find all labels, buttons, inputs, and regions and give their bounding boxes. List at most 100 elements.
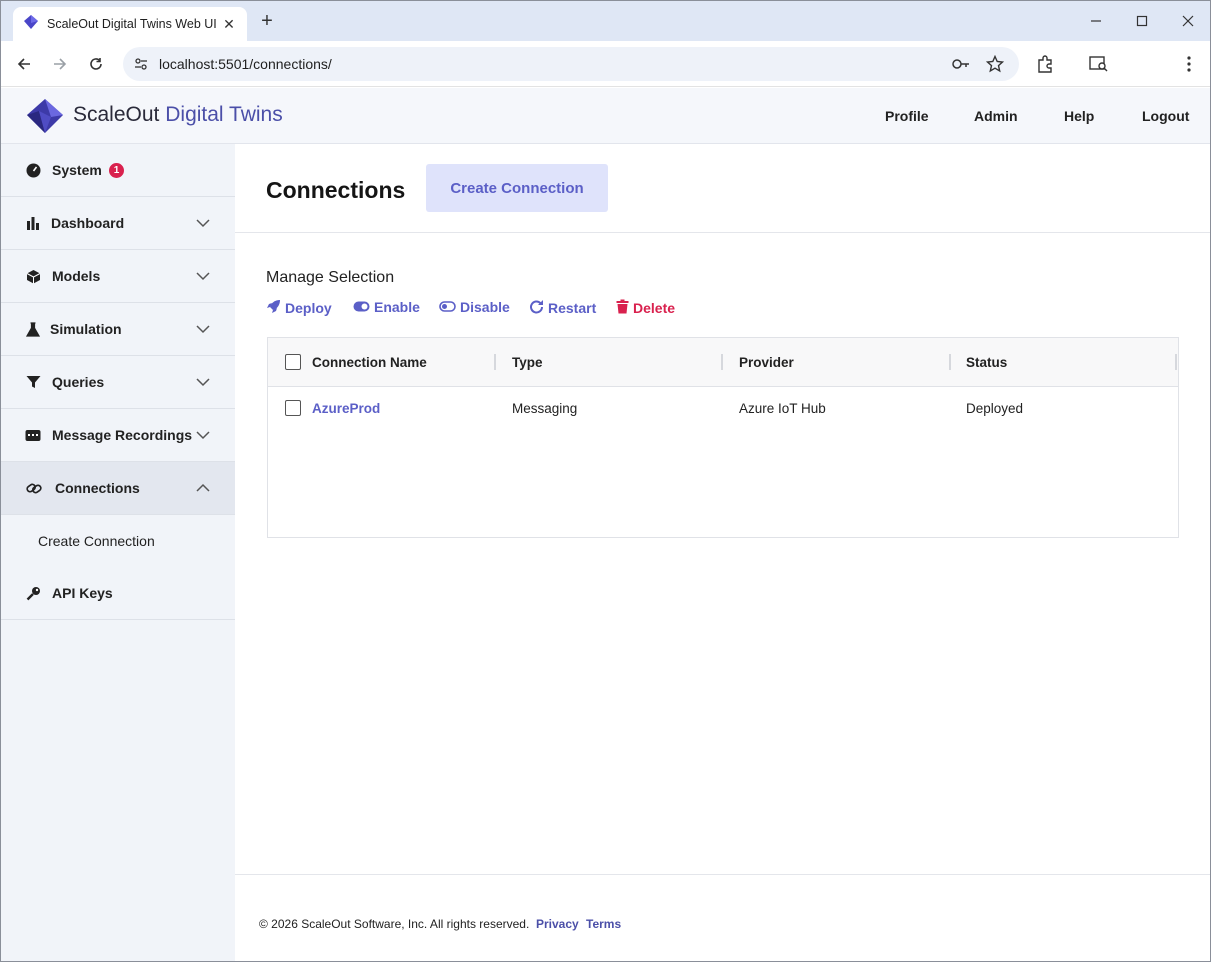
password-key-icon[interactable] [951, 54, 971, 74]
main-content: Connections Create Connection Manage Sel… [235, 144, 1210, 961]
nav-profile[interactable]: Profile [885, 108, 929, 124]
sidebar-item-simulation[interactable]: Simulation [1, 303, 235, 356]
sidebar: System 1 Dashboard Models Simulation Que… [1, 144, 235, 961]
terms-link[interactable]: Terms [586, 917, 621, 931]
trash-icon [616, 299, 629, 317]
reload-icon[interactable] [84, 52, 108, 76]
disable-button[interactable]: Disable [439, 299, 510, 315]
manage-selection-label: Manage Selection [266, 269, 395, 286]
filter-icon [25, 374, 41, 390]
sidebar-item-queries[interactable]: Queries [1, 356, 235, 409]
connection-type: Messaging [512, 401, 578, 416]
brand-part1: ScaleOut [73, 103, 160, 126]
notification-badge: 1 [109, 162, 124, 178]
rocket-icon [266, 299, 281, 317]
site-info-icon[interactable] [131, 54, 151, 74]
bar-chart-icon [25, 215, 41, 231]
maximize-icon[interactable] [1130, 9, 1154, 33]
chevron-down-icon[interactable] [196, 322, 210, 336]
gauge-icon [25, 162, 41, 178]
new-tab-icon[interactable]: + [257, 9, 277, 33]
header-divider [235, 232, 1210, 233]
chevron-down-icon[interactable] [196, 269, 210, 283]
enable-label: Enable [374, 299, 420, 315]
address-bar[interactable]: localhost:5501/connections/ [123, 47, 1019, 81]
chevron-down-icon[interactable] [196, 375, 210, 389]
sidebar-item-label: Connections [55, 480, 140, 496]
app-header: ScaleOut Digital Twins Profile Admin Hel… [1, 88, 1210, 144]
tab-strip: ScaleOut Digital Twins Web UI ✕ + [1, 1, 1210, 41]
browser-window: ScaleOut Digital Twins Web UI ✕ + localh… [0, 0, 1211, 962]
select-all-checkbox[interactable] [285, 354, 301, 370]
message-icon [25, 427, 41, 443]
flask-icon [25, 321, 41, 337]
browser-menu-icon[interactable] [1177, 52, 1201, 76]
extensions-icon[interactable] [1033, 52, 1057, 76]
tab-close-icon[interactable]: ✕ [221, 16, 237, 33]
tab-favicon-icon [23, 14, 39, 35]
page-title: Connections [266, 177, 406, 203]
sidebar-item-models[interactable]: Models [1, 250, 235, 303]
scaleout-logo-icon[interactable] [25, 97, 65, 140]
sidebar-item-connections[interactable]: Connections [1, 462, 235, 515]
restart-icon [529, 299, 544, 317]
sidebar-item-label: System [52, 162, 102, 178]
copyright-text: © 2026 ScaleOut Software, Inc. All right… [259, 917, 530, 931]
column-resize-handle[interactable] [1175, 354, 1177, 370]
toggle-off-icon [439, 299, 456, 315]
lens-search-icon[interactable] [1087, 52, 1111, 76]
chevron-down-icon[interactable] [196, 428, 210, 442]
sidebar-item-label: Dashboard [51, 215, 125, 231]
connection-status: Deployed [966, 401, 1024, 416]
browser-tab[interactable]: ScaleOut Digital Twins Web UI ✕ [13, 7, 247, 41]
sidebar-item-label: Queries [52, 374, 105, 390]
connections-table: Connection Name Type Provider Status Azu… [267, 337, 1179, 538]
sidebar-item-api-keys[interactable]: API Keys [1, 567, 235, 620]
sidebar-item-label: Simulation [50, 321, 122, 337]
delete-button[interactable]: Delete [616, 299, 675, 317]
url-text: localhost:5501/connections/ [159, 56, 332, 72]
sidebar-item-label: Models [52, 268, 101, 284]
forward-icon[interactable] [48, 52, 72, 76]
restart-button[interactable]: Restart [529, 299, 596, 317]
chevron-up-icon[interactable] [196, 481, 210, 495]
connection-name-link[interactable]: AzureProd [312, 401, 380, 416]
privacy-link[interactable]: Privacy [536, 917, 579, 931]
nav-admin[interactable]: Admin [974, 108, 1018, 124]
cube-icon [25, 268, 41, 284]
sidebar-subitem-create-connection[interactable]: Create Connection [38, 533, 155, 549]
sidebar-item-dashboard[interactable]: Dashboard [1, 197, 235, 250]
brand-name[interactable]: ScaleOut Digital Twins [73, 103, 283, 127]
column-header-provider[interactable]: Provider [739, 355, 794, 370]
deploy-label: Deploy [285, 300, 332, 316]
column-header-type[interactable]: Type [512, 355, 543, 370]
bookmark-star-icon[interactable] [985, 54, 1005, 74]
table-header: Connection Name Type Provider Status [268, 338, 1178, 387]
nav-help[interactable]: Help [1064, 108, 1094, 124]
sidebar-item-label: API Keys [52, 585, 113, 601]
column-resize-handle[interactable] [494, 354, 496, 370]
sidebar-item-label: Message Recordings [52, 427, 193, 443]
column-header-status[interactable]: Status [966, 355, 1007, 370]
back-icon[interactable] [12, 52, 36, 76]
link-icon [26, 480, 42, 496]
brand-part2: Digital Twins [165, 103, 283, 126]
column-header-connection-name[interactable]: Connection Name [312, 355, 427, 370]
browser-toolbar: localhost:5501/connections/ [1, 41, 1210, 87]
create-connection-button[interactable]: Create Connection [426, 164, 608, 212]
sidebar-item-message-recordings[interactable]: Message Recordings [1, 409, 235, 462]
footer: © 2026 ScaleOut Software, Inc. All right… [235, 874, 1210, 961]
chevron-down-icon[interactable] [196, 216, 210, 230]
nav-logout[interactable]: Logout [1142, 108, 1189, 124]
enable-button[interactable]: Enable [353, 299, 420, 315]
column-resize-handle[interactable] [721, 354, 723, 370]
column-resize-handle[interactable] [949, 354, 951, 370]
restart-label: Restart [548, 300, 597, 316]
close-window-icon[interactable] [1176, 9, 1200, 33]
minimize-icon[interactable] [1084, 9, 1108, 33]
toggle-on-icon [353, 299, 370, 315]
deploy-button[interactable]: Deploy [266, 299, 332, 317]
sidebar-item-system[interactable]: System 1 [1, 144, 235, 197]
row-checkbox[interactable] [285, 400, 301, 416]
delete-label: Delete [633, 300, 676, 316]
